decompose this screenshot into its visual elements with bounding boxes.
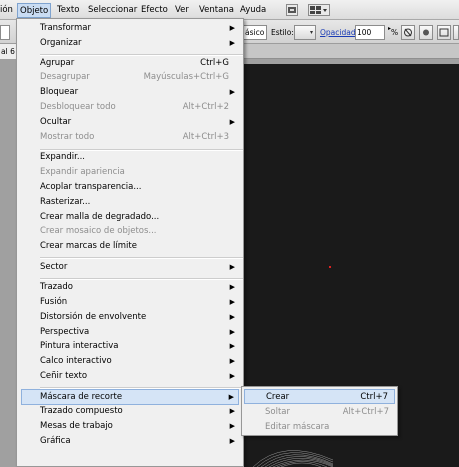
menu-item-crear-marcas[interactable]: Crear marcas de límite [21, 239, 239, 254]
objeto-menu: Transformar ▶ Organizar ▶ Agrupar Ctrl+G De… [16, 18, 244, 467]
submenu-arrow-icon: ▶ [228, 393, 234, 401]
style-picker[interactable] [294, 25, 316, 40]
recolor-icon[interactable] [401, 25, 415, 40]
submenu-arrow-icon: ▶ [229, 342, 235, 350]
submenu-arrow-icon: ▶ [229, 328, 235, 336]
submenu-arrow-icon: ▶ [229, 39, 235, 47]
menu-item-ocultar[interactable]: Ocultar ▶ [21, 115, 239, 130]
menu-efecto[interactable]: Efecto [141, 4, 168, 17]
submenu-arrow-icon: ▶ [229, 407, 235, 415]
arrange-documents-icon[interactable] [308, 4, 330, 16]
menu-item-cenir-texto[interactable]: Ceñir texto ▶ [21, 369, 239, 384]
menu-item-mostrar-todo[interactable]: Mostrar todo Alt+Ctrl+3 [21, 130, 239, 145]
anchor-point[interactable] [329, 266, 331, 268]
menu-item-mascara-recorte[interactable]: Máscara de recorte ▶ [21, 389, 239, 405]
menu-options-icon[interactable] [453, 25, 459, 40]
stroke-weight-field[interactable] [0, 25, 10, 40]
menu-item-expandir-apariencia[interactable]: Expandir apariencia [21, 165, 239, 180]
artwork-lines[interactable] [243, 438, 333, 467]
submenu-arrow-icon: ▶ [229, 422, 235, 430]
submenu-arrow-icon: ▶ [229, 283, 235, 291]
submenu-arrow-icon: ▶ [229, 118, 235, 126]
menu-ventana[interactable]: Ventana [199, 4, 234, 17]
submenu-item-editar-mascara[interactable]: Editar máscara [244, 420, 395, 434]
submenu-arrow-icon: ▶ [229, 437, 235, 445]
align-icon[interactable] [419, 25, 433, 40]
submenu-arrow-icon: ▶ [229, 313, 235, 321]
menu-item-acoplar-transparencia[interactable]: Acoplar transparencia... [21, 180, 239, 195]
menu-item-grafica[interactable]: Gráfica ▶ [21, 434, 239, 449]
menu-item-rasterizar[interactable]: Rasterizar... [21, 195, 239, 210]
menu-item-trazado[interactable]: Trazado ▶ [21, 280, 239, 295]
menu-item-distorsion-envolvente[interactable]: Distorsión de envolvente ▶ [21, 310, 239, 325]
submenu-arrow-icon: ▶ [229, 357, 235, 365]
menu-item-pintura-interactiva[interactable]: Pintura interactiva ▶ [21, 339, 239, 354]
mascara-recorte-submenu: Crear Ctrl+7 Soltar Alt+Ctrl+7 Editar másc… [241, 386, 398, 436]
menu-ayuda[interactable]: Ayuda [240, 4, 266, 17]
menu-item-desbloquear-todo[interactable]: Desbloquear todo Alt+Ctrl+2 [21, 100, 239, 115]
menu-objeto[interactable]: Objeto [17, 3, 52, 18]
menu-edicion[interactable]: ión [0, 4, 13, 17]
menu-separator [40, 257, 243, 259]
menu-item-mesas-trabajo[interactable]: Mesas de trabajo ▶ [21, 419, 239, 434]
submenu-item-soltar[interactable]: Soltar Alt+Ctrl+7 [244, 405, 395, 419]
menu-item-transformar[interactable]: Transformar ▶ [21, 21, 239, 36]
menu-item-sector[interactable]: Sector ▶ [21, 260, 239, 275]
menu-item-expandir[interactable]: Expandir... [21, 150, 239, 165]
submenu-item-crear[interactable]: Crear Ctrl+7 [244, 389, 395, 404]
menu-item-crear-malla[interactable]: Crear malla de degradado... [21, 210, 239, 225]
submenu-arrow-icon: ▶ [229, 298, 235, 306]
menu-item-fusion[interactable]: Fusión ▶ [21, 295, 239, 310]
menu-seleccionar[interactable]: Seleccionar [88, 4, 137, 17]
menu-bar: ión Objeto Texto Seleccionar Efecto Ver … [0, 0, 459, 20]
opacity-field[interactable]: 100 [355, 25, 385, 40]
menu-item-perspectiva[interactable]: Perspectiva ▶ [21, 325, 239, 340]
menu-item-agrupar[interactable]: Agrupar Ctrl+G [21, 56, 239, 71]
opacity-link[interactable]: Opacidad: [320, 26, 358, 39]
style-label: Estilo: [271, 28, 294, 37]
percent-sign: % [391, 28, 399, 37]
menu-texto[interactable]: Texto [57, 4, 79, 17]
transform-icon[interactable] [437, 25, 451, 40]
submenu-arrow-icon: ▶ [229, 263, 235, 271]
submenu-arrow-icon: ▶ [229, 372, 235, 380]
submenu-arrow-icon: ▶ [229, 88, 235, 96]
menu-item-calco-interactivo[interactable]: Calco interactivo ▶ [21, 354, 239, 369]
submenu-arrow-icon: ▶ [229, 24, 235, 32]
menu-item-desagrupar[interactable]: Desagrupar Mayúsculas+Ctrl+G [21, 70, 239, 85]
menu-item-crear-mosaico[interactable]: Crear mosaico de objetos... [21, 224, 239, 239]
bridge-icon[interactable] [286, 4, 298, 16]
menu-item-bloquear[interactable]: Bloquear ▶ [21, 85, 239, 100]
menu-item-trazado-compuesto[interactable]: Trazado compuesto ▶ [21, 404, 239, 419]
brush-definition-select[interactable]: ásico [243, 25, 267, 40]
menu-item-organizar[interactable]: Organizar ▶ [21, 36, 239, 51]
menu-ver[interactable]: Ver [175, 4, 189, 17]
